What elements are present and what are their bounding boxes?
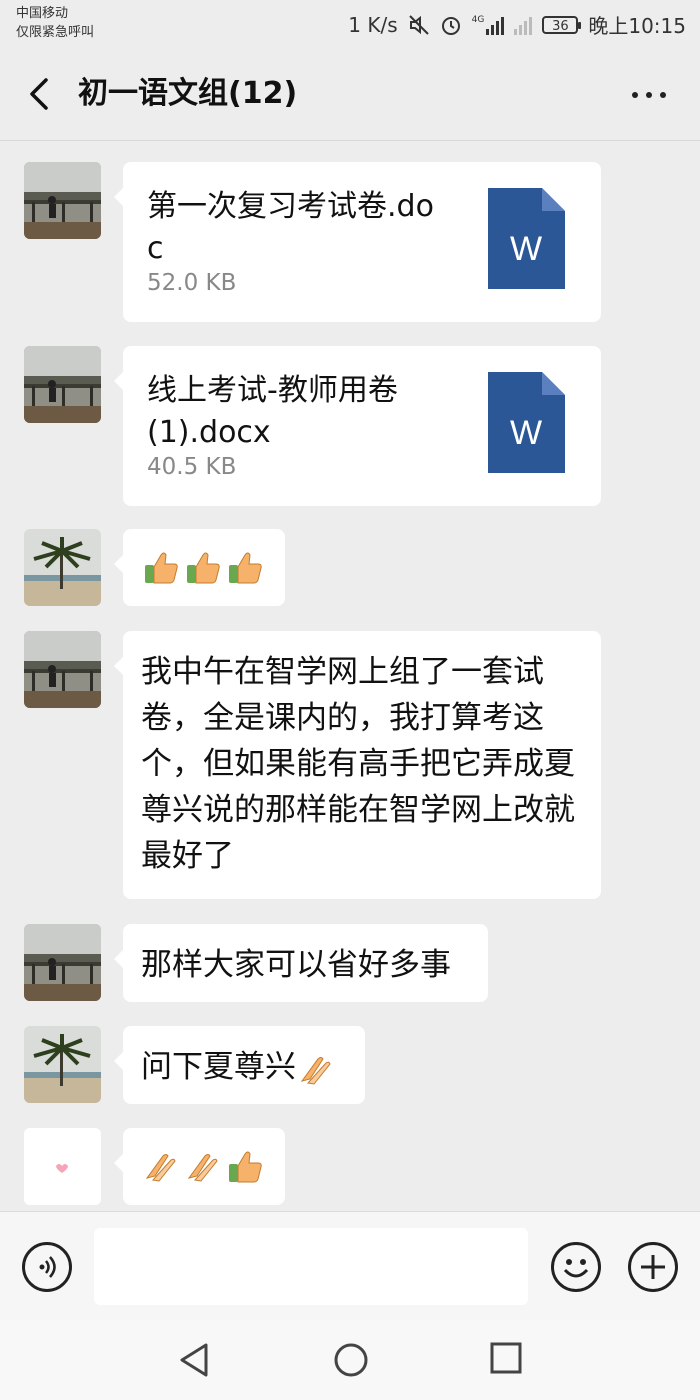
plus-icon bbox=[641, 1255, 665, 1279]
carrier-info: 中国移动 仅限紧急呼叫 bbox=[16, 4, 94, 42]
voice-icon bbox=[39, 1256, 56, 1278]
avatar-photo-railing bbox=[24, 631, 101, 708]
voice-input-button[interactable] bbox=[22, 1242, 72, 1292]
avatar[interactable] bbox=[24, 162, 101, 239]
smiley-icon bbox=[563, 1259, 589, 1278]
system-navigation-bar bbox=[0, 1320, 700, 1400]
avatar-photo-palm bbox=[24, 529, 101, 606]
avatar[interactable] bbox=[24, 631, 101, 708]
word-icon-letter: W bbox=[510, 230, 542, 268]
emoji-message[interactable] bbox=[114, 1128, 285, 1205]
clapping-hands-icon bbox=[300, 1056, 331, 1085]
more-functions-button[interactable] bbox=[628, 1242, 678, 1292]
avatar-photo-palm bbox=[24, 1026, 101, 1103]
nav-home-icon[interactable] bbox=[333, 1342, 369, 1378]
signal-secondary-icon bbox=[514, 15, 533, 35]
message-text: 问下夏尊兴 bbox=[141, 1049, 296, 1085]
chat-title: 初一语文组(12) bbox=[78, 76, 298, 111]
emoji-message[interactable] bbox=[114, 529, 285, 606]
file-size: 40.5 KB bbox=[147, 454, 237, 480]
emoji-button[interactable] bbox=[551, 1242, 601, 1292]
nav-recents-icon[interactable] bbox=[490, 1342, 522, 1374]
file-message[interactable]: 第一次复习考试卷.doc 52.0 KB W bbox=[114, 162, 601, 322]
mute-icon bbox=[408, 14, 429, 35]
text-message[interactable]: 那样大家可以省好多事 bbox=[114, 924, 488, 1002]
avatar-photo-railing bbox=[24, 346, 101, 423]
avatar-photo-railing bbox=[24, 162, 101, 239]
signal-4g-icon: 4G bbox=[472, 15, 505, 35]
battery-icon: 36 bbox=[542, 15, 582, 34]
file-name: 线上考试-教师用卷(1).docx bbox=[147, 373, 398, 450]
file-size: 52.0 KB bbox=[147, 270, 237, 296]
avatar[interactable] bbox=[24, 1128, 101, 1205]
word-document-icon: W bbox=[488, 188, 565, 289]
avatar[interactable] bbox=[24, 346, 101, 423]
carrier-name: 中国移动 bbox=[16, 6, 69, 21]
status-indicators: 1 K/s 4G 36 晚上10:15 bbox=[348, 10, 686, 39]
alarm-icon bbox=[441, 16, 460, 35]
message-text: 那样大家可以省好多事 bbox=[141, 947, 451, 983]
avatar-photo-railing bbox=[24, 924, 101, 1001]
back-arrow-icon[interactable] bbox=[22, 76, 58, 112]
text-message[interactable]: 我中午在智学网上组了一套试卷，全是课内的，我打算考这个，但如果能有高手把它弄成夏… bbox=[114, 631, 601, 899]
word-document-icon: W bbox=[488, 372, 565, 473]
avatar[interactable] bbox=[24, 924, 101, 1001]
nav-back-icon[interactable] bbox=[178, 1342, 212, 1378]
message-text: 我中午在智学网上组了一套试卷，全是课内的，我打算考这个，但如果能有高手把它弄成夏… bbox=[141, 654, 575, 874]
clapping-hands-icon bbox=[187, 1154, 218, 1182]
battery-level: 36 bbox=[552, 18, 569, 34]
avatar[interactable] bbox=[24, 1026, 101, 1103]
thumbs-up-icon bbox=[229, 552, 262, 584]
clapping-hands-icon bbox=[145, 1154, 176, 1182]
message-list[interactable]: 第一次复习考试卷.doc 52.0 KB W 线上考试-教师用卷(1).docx… bbox=[0, 141, 700, 1211]
message-input[interactable] bbox=[94, 1228, 528, 1305]
network-speed: 1 K/s bbox=[348, 12, 398, 37]
avatar[interactable] bbox=[24, 529, 101, 606]
avatar-heart bbox=[24, 1128, 101, 1205]
file-name: 第一次复习考试卷.doc bbox=[147, 189, 434, 266]
emergency-only-label: 仅限紧急呼叫 bbox=[16, 25, 95, 40]
more-options-icon[interactable] bbox=[632, 92, 666, 98]
status-bar: 中国移动 仅限紧急呼叫 1 K/s 4G 36 晚上10:15 bbox=[0, 0, 700, 48]
thumbs-up-icon bbox=[145, 552, 178, 584]
text-message[interactable]: 问下夏尊兴 bbox=[114, 1026, 365, 1104]
clock: 晚上10:15 bbox=[588, 14, 686, 38]
file-message[interactable]: 线上考试-教师用卷(1).docx 40.5 KB W bbox=[114, 346, 601, 506]
thumbs-up-icon bbox=[229, 1151, 262, 1183]
chat-input-bar bbox=[0, 1211, 700, 1321]
chat-header: 初一语文组(12) bbox=[0, 48, 700, 141]
thumbs-up-icon bbox=[187, 552, 220, 584]
word-icon-letter: W bbox=[510, 414, 542, 452]
